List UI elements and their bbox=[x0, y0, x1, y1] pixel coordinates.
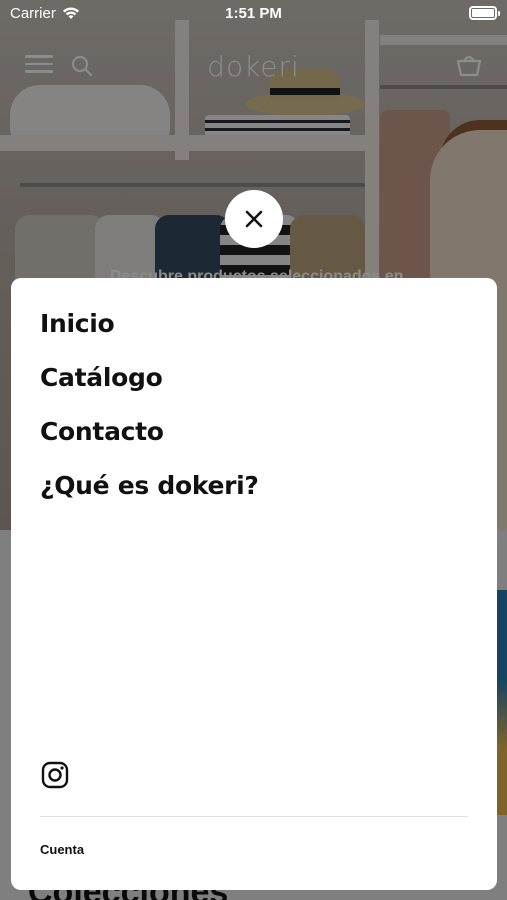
divider bbox=[40, 816, 468, 817]
menu-item-que-es-dokeri[interactable]: ¿Qué es dokeri? bbox=[40, 472, 497, 526]
wifi-icon bbox=[62, 7, 79, 19]
account-link[interactable]: Cuenta bbox=[40, 842, 84, 857]
navigation-menu: Inicio Catálogo Contacto ¿Qué es dokeri?… bbox=[11, 278, 497, 890]
menu-item-catalogo[interactable]: Catálogo bbox=[40, 364, 497, 418]
menu-list: Inicio Catálogo Contacto ¿Qué es dokeri? bbox=[11, 278, 497, 526]
menu-item-inicio[interactable]: Inicio bbox=[40, 310, 497, 364]
close-icon bbox=[245, 210, 263, 228]
menu-item-contacto[interactable]: Contacto bbox=[40, 418, 497, 472]
carrier-label: Carrier bbox=[10, 4, 56, 22]
battery-icon bbox=[469, 6, 500, 20]
close-menu-button[interactable] bbox=[225, 190, 283, 248]
status-bar: Carrier 1:51 PM bbox=[0, 0, 507, 26]
instagram-icon[interactable] bbox=[40, 760, 70, 790]
